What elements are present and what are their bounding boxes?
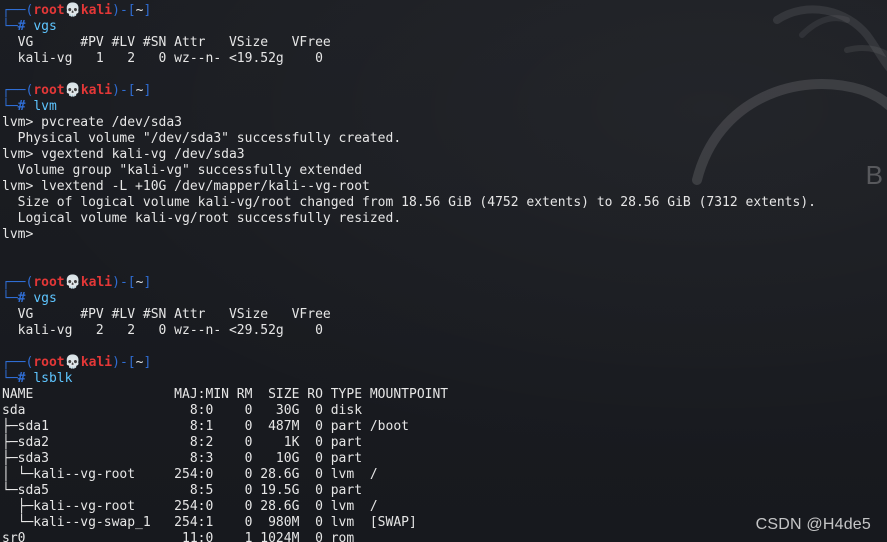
output-line: Physical volume "/dev/sda3" successfully…	[2, 131, 402, 146]
output-line: sr0 11:0 1 1024M 0 rom	[2, 531, 355, 542]
output-line: └─kali--vg-swap_1 254:1 0 980M 0 lvm [SW…	[2, 515, 417, 530]
output-line: lvm> vgextend kali-vg /dev/sda3	[2, 147, 245, 162]
prompt-line: ┌──(root💀kali)-[~]	[2, 275, 887, 291]
command-line[interactable]: └─# lsblk	[2, 371, 887, 387]
prompt-bottom-prefix: └─	[2, 19, 18, 34]
prompt-bottom-prefix: └─	[2, 99, 18, 114]
prompt-user: root	[33, 275, 65, 290]
prompt-top-suffix: ]	[143, 3, 152, 18]
prompt-hash: #	[17, 19, 26, 34]
output-line: lvm>	[2, 227, 34, 242]
output-line: lvm> lvextend -L +10G /dev/mapper/kali--…	[2, 179, 370, 194]
command-text: lsblk	[33, 371, 73, 386]
prompt-host: kali	[80, 275, 113, 290]
prompt-user: root	[33, 355, 65, 370]
prompt-line: ┌──(root💀kali)-[~]	[2, 83, 887, 99]
prompt-top-prefix: ┌──(	[2, 355, 34, 370]
output-line: NAME MAJ:MIN RM SIZE RO TYPE MOUNTPOINT	[2, 387, 449, 402]
prompt-bottom-prefix: └─	[2, 371, 18, 386]
prompt-line: ┌──(root💀kali)-[~]	[2, 355, 887, 371]
command-text: lvm	[33, 99, 57, 114]
prompt-hash: #	[17, 291, 26, 306]
output-line: VG #PV #LV #SN Attr VSize VFree	[2, 307, 331, 322]
command-line[interactable]: └─# lvm	[2, 99, 887, 115]
prompt-hash: #	[17, 99, 26, 114]
prompt-bottom-prefix: └─	[2, 291, 18, 306]
skull-icon: 💀	[64, 83, 81, 98]
command-text: vgs	[33, 19, 57, 34]
prompt-top-suffix: ]	[143, 275, 152, 290]
prompt-top-prefix: ┌──(	[2, 83, 34, 98]
output-line: └─sda5 8:5 0 19.5G 0 part	[2, 483, 363, 498]
prompt-top-prefix: ┌──(	[2, 275, 34, 290]
output-line: kali-vg 2 2 0 wz--n- <29.52g 0	[2, 323, 323, 338]
prompt-host: kali	[80, 355, 113, 370]
output-line: ├─sda1 8:1 0 487M 0 part /boot	[2, 419, 409, 434]
output-line: kali-vg 1 2 0 wz--n- <19.52g 0	[2, 51, 323, 66]
output-line: Logical volume kali-vg/root successfully…	[2, 211, 402, 226]
skull-icon: 💀	[64, 355, 81, 370]
output-line: sda 8:0 0 30G 0 disk	[2, 403, 363, 418]
command-text: vgs	[33, 291, 57, 306]
output-line: lvm> pvcreate /dev/sda3	[2, 115, 183, 130]
command-line[interactable]: └─# vgs	[2, 291, 887, 307]
prompt-mid: )-[	[112, 355, 136, 370]
prompt-host: kali	[80, 3, 113, 18]
output-line: VG #PV #LV #SN Attr VSize VFree	[2, 35, 331, 50]
terminal-window[interactable]: B ┌──(root💀kali)-[~] └─# vgs VG #PV #LV #…	[0, 0, 887, 542]
output-line: Size of logical volume kali-vg/root chan…	[2, 195, 816, 210]
output-line: │ └─kali--vg-root 254:0 0 28.6G 0 lvm /	[2, 467, 378, 482]
prompt-line: ┌──(root💀kali)-[~]	[2, 3, 887, 19]
prompt-mid: )-[	[112, 275, 136, 290]
output-line: ├─sda3 8:3 0 10G 0 part	[2, 451, 363, 466]
terminal-content[interactable]: ┌──(root💀kali)-[~] └─# vgs VG #PV #LV #SN…	[2, 3, 887, 542]
output-line: Volume group "kali-vg" successfully exte…	[2, 163, 363, 178]
output-line: ├─sda2 8:2 0 1K 0 part	[2, 435, 363, 450]
prompt-user: root	[33, 3, 65, 18]
prompt-mid: )-[	[112, 83, 136, 98]
skull-icon: 💀	[64, 3, 81, 18]
command-line[interactable]: └─# vgs	[2, 19, 887, 35]
prompt-host: kali	[80, 83, 113, 98]
prompt-top-suffix: ]	[143, 355, 152, 370]
prompt-top-suffix: ]	[143, 83, 152, 98]
prompt-top-prefix: ┌──(	[2, 3, 34, 18]
output-line: ├─kali--vg-root 254:0 0 28.6G 0 lvm /	[2, 499, 378, 514]
prompt-hash: #	[17, 371, 26, 386]
prompt-mid: )-[	[112, 3, 136, 18]
csdn-watermark: CSDN @H4de5	[755, 516, 871, 533]
prompt-user: root	[33, 83, 65, 98]
skull-icon: 💀	[64, 275, 81, 290]
